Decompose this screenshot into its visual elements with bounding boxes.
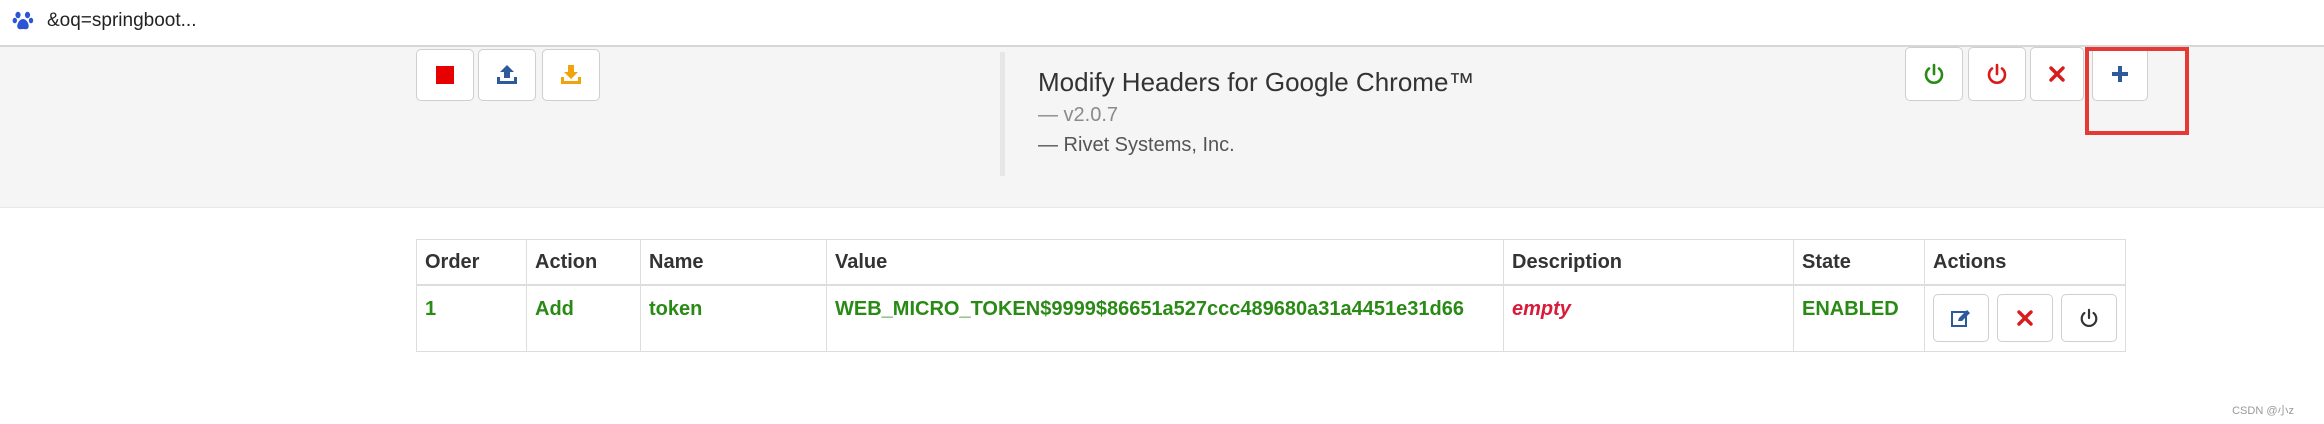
- disable-all-button[interactable]: [1968, 47, 2026, 101]
- cell-description: empty: [1503, 284, 1794, 352]
- stop-button[interactable]: [416, 49, 474, 101]
- cell-actions: [1924, 284, 2126, 352]
- bookmark-bar: &oq=springboot...: [0, 0, 2324, 47]
- download-icon: [561, 65, 581, 84]
- remove-all-button[interactable]: [2030, 47, 2084, 101]
- cell-name: token: [640, 284, 827, 352]
- bookmark-label[interactable]: &oq=springboot...: [47, 10, 196, 32]
- column-header-actions: Actions: [1924, 239, 2126, 286]
- headers-table: Order Action Name Value Description Stat…: [416, 239, 2126, 352]
- extension-version: — v2.0.7: [1038, 104, 1119, 126]
- upload-button[interactable]: [478, 49, 536, 101]
- close-icon: [2049, 66, 2065, 82]
- cell-order: 1: [416, 284, 527, 352]
- table-row: 1 Add token WEB_MICRO_TOKEN$9999$86651a5…: [416, 284, 2126, 352]
- extension-title: Modify Headers for Google Chrome™: [1038, 67, 1475, 97]
- enable-all-button[interactable]: [1905, 47, 1963, 101]
- column-header-action: Action: [526, 239, 641, 286]
- cell-value: WEB_MICRO_TOKEN$9999$86651a527ccc489680a…: [826, 284, 1504, 352]
- extension-header: Modify Headers for Google Chrome™ — v2.0…: [0, 47, 2324, 208]
- column-header-description: Description: [1503, 239, 1794, 286]
- edit-icon: [1951, 310, 1970, 327]
- header-divider: [1000, 52, 1005, 176]
- watermark: CSDN @小z: [2232, 405, 2294, 417]
- highlight-annotation-box: [2085, 47, 2189, 135]
- upload-icon: [497, 65, 517, 84]
- close-icon: [2017, 310, 2033, 326]
- stop-icon: [436, 66, 454, 84]
- column-header-value: Value: [826, 239, 1504, 286]
- power-icon: [2080, 308, 2098, 328]
- column-header-state: State: [1793, 239, 1925, 286]
- power-off-icon: [1987, 63, 2007, 84]
- edit-row-button[interactable]: [1933, 294, 1989, 342]
- cell-state: ENABLED: [1793, 284, 1925, 352]
- toggle-row-button[interactable]: [2061, 294, 2117, 342]
- cell-action: Add: [526, 284, 641, 352]
- table-header-row: Order Action Name Value Description Stat…: [416, 239, 2126, 286]
- delete-row-button[interactable]: [1997, 294, 2053, 342]
- baidu-paw-icon[interactable]: [12, 9, 34, 31]
- power-on-icon: [1924, 63, 1944, 84]
- download-button[interactable]: [542, 49, 600, 101]
- extension-company: — Rivet Systems, Inc.: [1038, 134, 1235, 156]
- column-header-order: Order: [416, 239, 527, 286]
- column-header-name: Name: [640, 239, 827, 286]
